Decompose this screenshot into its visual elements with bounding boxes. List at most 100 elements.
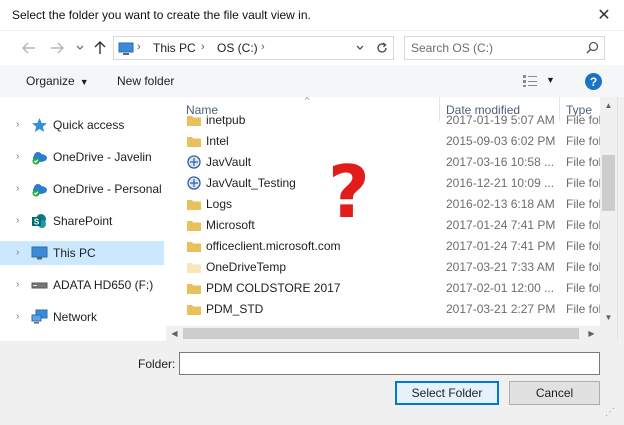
file-type: File fol bbox=[566, 239, 602, 253]
file-type: File fol bbox=[566, 281, 602, 295]
file-type: File fol bbox=[566, 176, 602, 190]
nav-item-adata-drive[interactable]: › ADATA HD650 (F:) bbox=[0, 273, 164, 297]
expand-chevron-icon[interactable]: › bbox=[16, 151, 19, 162]
address-row: › This PC › OS (C:) › bbox=[0, 31, 624, 65]
file-name: PDM COLDSTORE 2017 bbox=[206, 281, 341, 295]
expand-chevron-icon[interactable]: › bbox=[16, 279, 19, 290]
breadcrumb-separator-icon: › bbox=[261, 41, 265, 53]
onedrive-icon bbox=[32, 152, 47, 165]
refresh-button[interactable] bbox=[371, 36, 394, 60]
pane-edge bbox=[617, 97, 624, 341]
back-button[interactable] bbox=[19, 38, 39, 58]
recent-locations-button[interactable] bbox=[70, 38, 90, 58]
scroll-right-icon[interactable]: ▶ bbox=[583, 326, 600, 341]
organize-button[interactable]: Organize ▼ bbox=[26, 74, 89, 88]
expand-chevron-icon[interactable]: › bbox=[16, 183, 19, 194]
close-button[interactable]: ✕ bbox=[592, 4, 616, 26]
nav-item-onedrive-javelin[interactable]: › OneDrive - Javelin bbox=[0, 145, 164, 169]
title-bar: Select the folder you want to create the… bbox=[0, 0, 624, 31]
view-options-icon[interactable] bbox=[522, 74, 538, 88]
back-arrow-icon bbox=[22, 42, 35, 54]
chevron-down-icon: ▼ bbox=[79, 77, 89, 87]
nav-item-label: SharePoint bbox=[53, 214, 113, 228]
file-name: PDM_STD bbox=[206, 302, 264, 316]
up-arrow-icon bbox=[94, 41, 106, 54]
breadcrumb-os-c[interactable]: OS (C:) bbox=[217, 41, 258, 55]
expand-chevron-icon[interactable]: › bbox=[16, 119, 19, 130]
scroll-down-icon[interactable]: ▼ bbox=[600, 309, 617, 326]
file-name: Microsoft bbox=[206, 218, 255, 232]
nav-item-network[interactable]: › Network bbox=[0, 305, 164, 329]
scroll-up-icon[interactable]: ▲ bbox=[600, 97, 617, 114]
breadcrumb-this-pc[interactable]: This PC bbox=[153, 41, 196, 55]
forward-button[interactable] bbox=[47, 38, 67, 58]
folder-name-input[interactable] bbox=[179, 352, 600, 375]
computer-icon bbox=[31, 246, 48, 260]
folder-icon bbox=[187, 200, 201, 210]
help-button[interactable]: ? bbox=[585, 73, 602, 90]
file-type: File fol bbox=[566, 155, 602, 169]
file-row-javvault-testing[interactable]: JavVault_Testing 2016-12-21 10:09 ... Fi… bbox=[166, 173, 602, 194]
nav-item-label: OneDrive - Personal bbox=[53, 182, 162, 196]
file-row-officeclient[interactable]: officeclient.microsoft.com 2017-01-24 7:… bbox=[166, 236, 602, 257]
organize-label: Organize bbox=[26, 74, 75, 88]
up-button[interactable] bbox=[90, 38, 110, 58]
nav-item-quick-access[interactable]: › Quick access bbox=[0, 113, 164, 137]
file-row-inetpub[interactable]: inetpub 2017-01-19 5:07 AM File fol bbox=[166, 110, 602, 131]
vertical-scrollbar[interactable]: ▲ ▼ bbox=[600, 97, 617, 326]
dialog-footer: Folder: Select Folder Cancel ⋰ bbox=[0, 341, 624, 425]
file-date: 2017-01-19 5:07 AM bbox=[446, 113, 555, 127]
computer-icon bbox=[118, 42, 134, 55]
scroll-corner bbox=[600, 326, 617, 341]
file-type: File fol bbox=[566, 260, 602, 274]
horizontal-scrollbar[interactable]: ◀ ▶ bbox=[166, 326, 600, 341]
chevron-down-icon bbox=[76, 45, 84, 50]
onedrive-icon bbox=[32, 184, 47, 197]
file-row-pdm-std[interactable]: PDM_STD 2017-03-21 2:27 PM File fol bbox=[166, 299, 601, 320]
expand-chevron-icon[interactable]: › bbox=[16, 311, 19, 322]
file-row-microsoft[interactable]: Microsoft 2017-01-24 7:41 PM File fol bbox=[166, 215, 602, 236]
select-folder-button[interactable]: Select Folder bbox=[395, 381, 499, 405]
forward-arrow-icon bbox=[51, 42, 64, 54]
file-row-javvault[interactable]: JavVault 2017-03-16 10:58 ... File fol bbox=[166, 152, 602, 173]
network-icon bbox=[31, 309, 48, 324]
folder-icon bbox=[187, 137, 201, 147]
new-folder-button[interactable]: New folder bbox=[117, 74, 174, 88]
file-date: 2017-02-01 12:00 ... bbox=[446, 281, 555, 295]
file-name: officeclient.microsoft.com bbox=[206, 239, 341, 253]
breadcrumb-separator-icon: › bbox=[201, 41, 205, 53]
file-name: Logs bbox=[206, 197, 233, 211]
search-box[interactable] bbox=[404, 36, 605, 60]
file-row-onedrivetemp[interactable]: OneDriveTemp 2017-03-21 7:33 AM File fol bbox=[166, 257, 602, 278]
scroll-thumb[interactable] bbox=[602, 155, 615, 211]
vault-icon bbox=[187, 155, 201, 169]
star-icon bbox=[32, 118, 47, 132]
address-history-dropdown[interactable] bbox=[349, 36, 371, 60]
nav-item-label: OneDrive - Javelin bbox=[53, 150, 152, 164]
scroll-thumb[interactable] bbox=[183, 328, 579, 339]
file-name: Intel bbox=[206, 134, 229, 148]
file-type: File fol bbox=[566, 197, 602, 211]
nav-item-onedrive-personal[interactable]: › OneDrive - Personal bbox=[0, 177, 164, 201]
breadcrumb-separator-icon: › bbox=[137, 41, 141, 53]
cancel-button[interactable]: Cancel bbox=[509, 381, 600, 405]
nav-item-sharepoint[interactable]: › S SharePoint bbox=[0, 209, 164, 233]
resize-grip-icon[interactable]: ⋰ bbox=[605, 407, 615, 418]
folder-icon bbox=[187, 221, 201, 231]
file-type: File fol bbox=[566, 113, 602, 127]
folder-icon bbox=[187, 242, 201, 252]
file-date: 2016-02-13 6:18 AM bbox=[446, 197, 555, 211]
expand-chevron-icon[interactable]: › bbox=[16, 215, 19, 226]
scroll-left-icon[interactable]: ◀ bbox=[166, 326, 183, 341]
nav-item-this-pc[interactable]: › This PC bbox=[0, 241, 164, 265]
nav-item-label: Quick access bbox=[53, 118, 125, 132]
file-type: File fol bbox=[566, 218, 602, 232]
view-dropdown-icon[interactable]: ▼ bbox=[546, 75, 555, 85]
file-name: inetpub bbox=[206, 113, 246, 127]
file-row-intel[interactable]: Intel 2015-09-03 6:02 PM File fol bbox=[166, 131, 601, 152]
drive-icon bbox=[31, 282, 48, 289]
file-row-pdm-coldstore[interactable]: PDM COLDSTORE 2017 2017-02-01 12:00 ... … bbox=[166, 278, 602, 299]
expand-chevron-icon[interactable]: › bbox=[16, 247, 19, 258]
file-row-logs[interactable]: Logs 2016-02-13 6:18 AM File fol bbox=[166, 194, 602, 215]
search-input[interactable] bbox=[411, 41, 581, 55]
